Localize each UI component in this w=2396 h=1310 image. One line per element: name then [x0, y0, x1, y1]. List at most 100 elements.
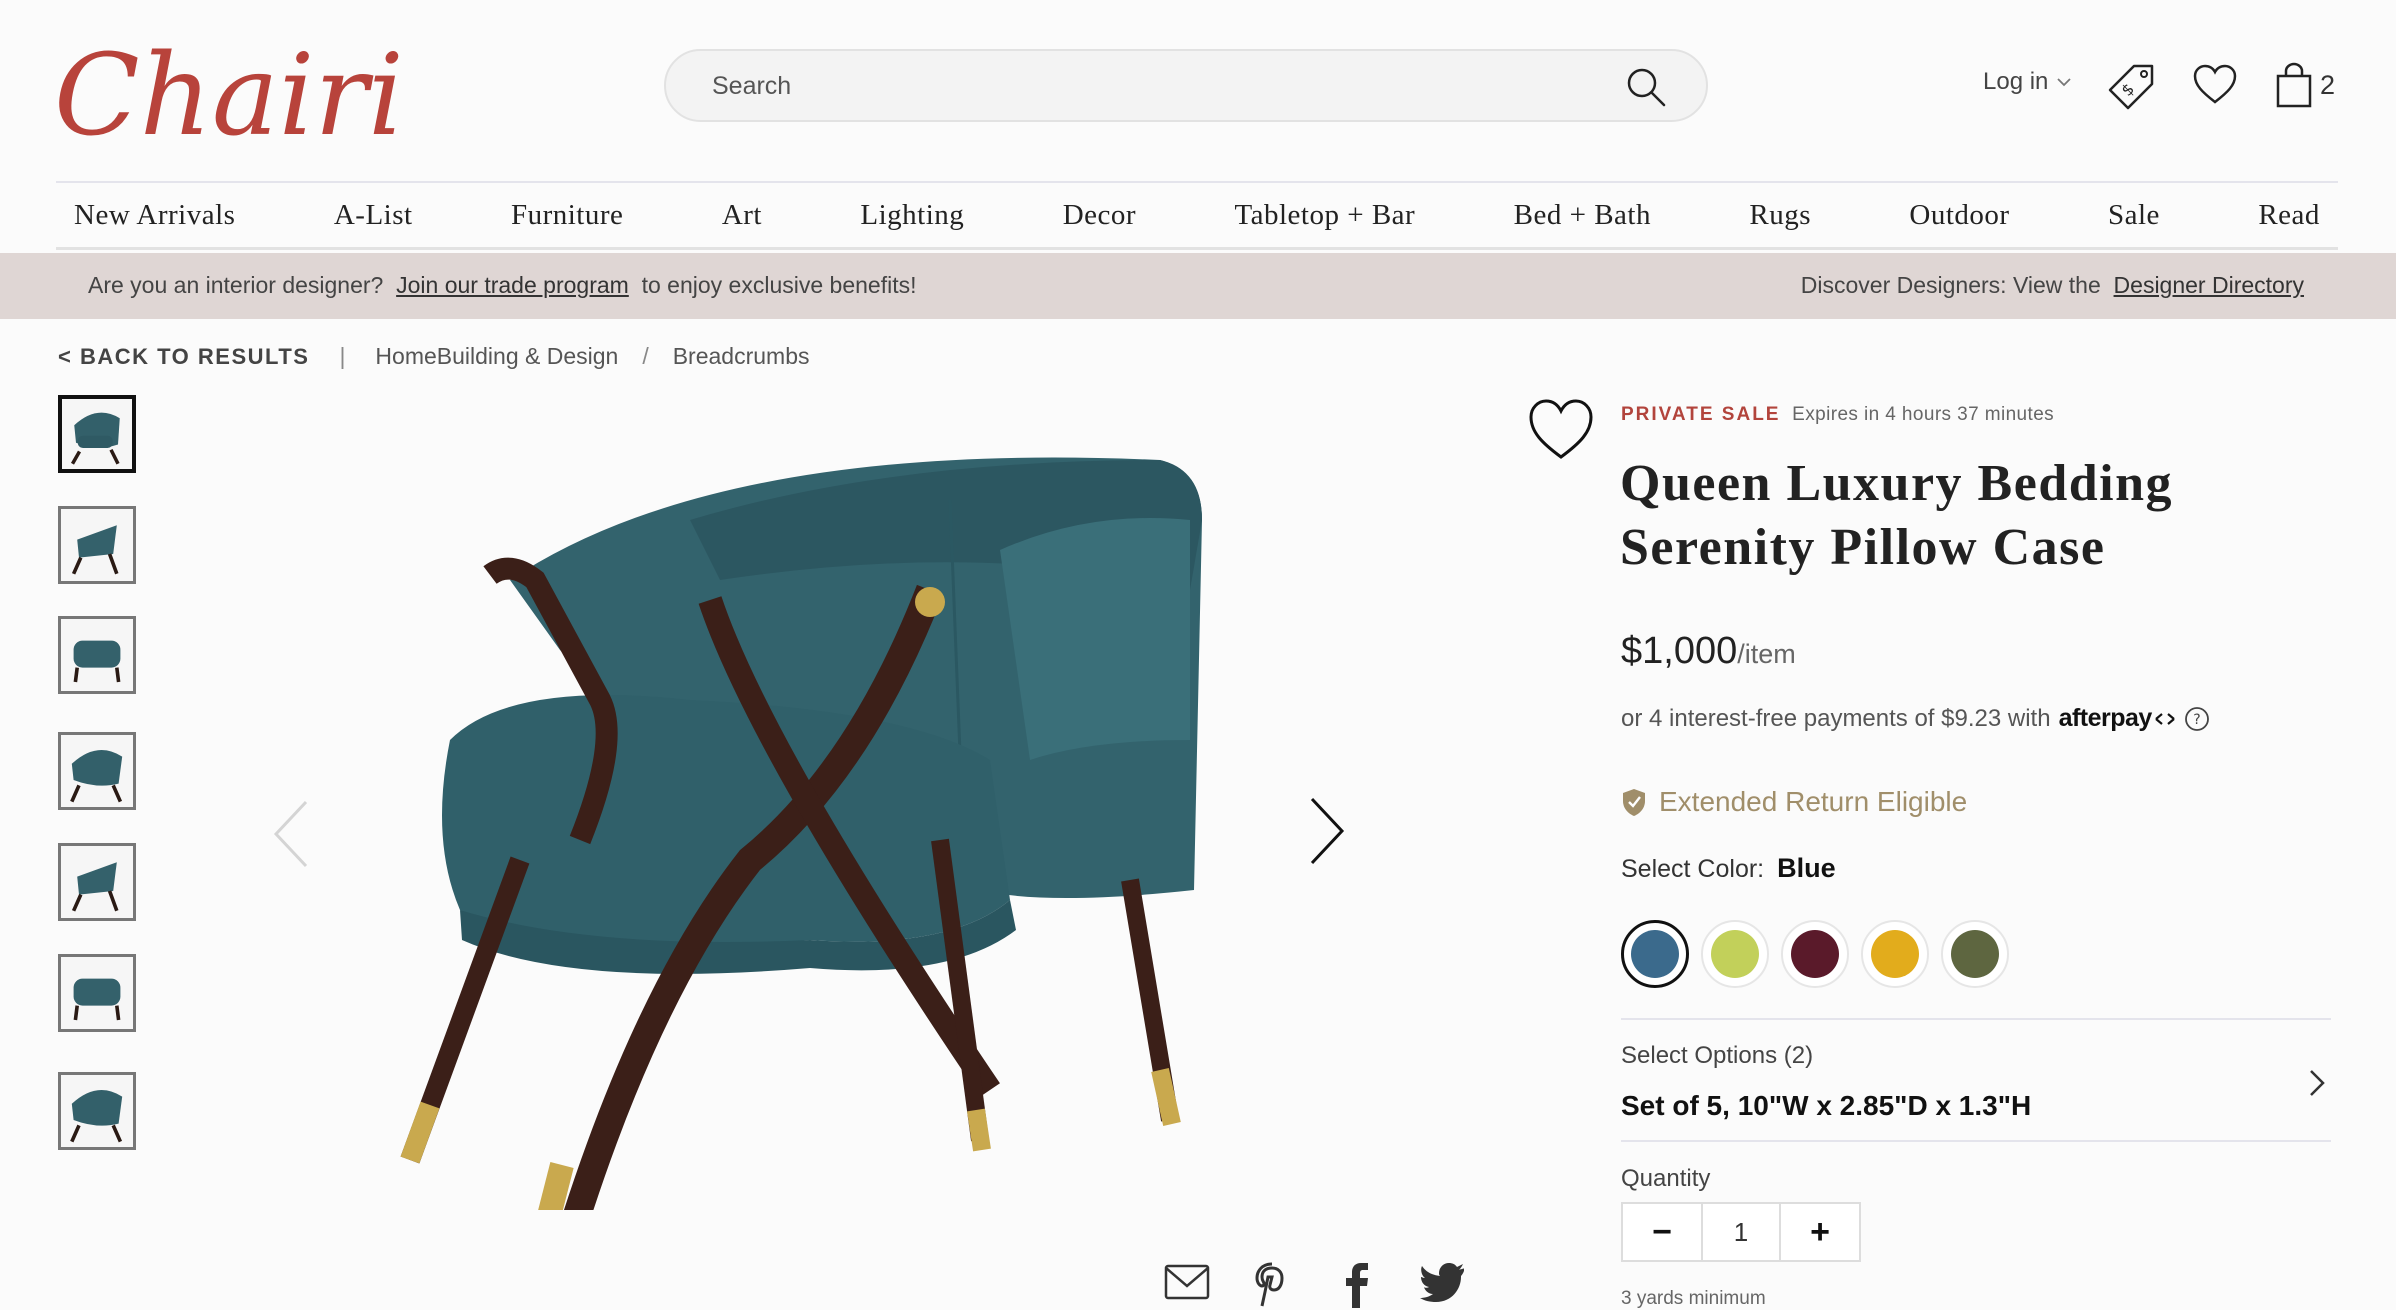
color-swatch-olive[interactable] [1941, 920, 2009, 988]
twitter-share-icon[interactable] [1420, 1262, 1464, 1302]
designer-prefix: Discover Designers: View the [1800, 272, 2101, 298]
color-swatch-burgundy[interactable] [1781, 920, 1849, 988]
quantity-stepper: − 1 + [1621, 1202, 1861, 1262]
add-to-favorites-heart-icon[interactable] [1528, 397, 1594, 463]
thumbnail-1[interactable] [58, 395, 136, 473]
shield-check-icon [1623, 789, 1645, 816]
nav-art[interactable]: Art [722, 199, 762, 232]
breadcrumb-separator: | [339, 343, 346, 369]
product-price: $1,000/item [1621, 630, 1796, 673]
quantity-value[interactable]: 1 [1701, 1204, 1781, 1260]
afterpay-logo: afterpay [2058, 704, 2153, 732]
facebook-share-icon[interactable] [1344, 1262, 1370, 1308]
nav-tabletop-bar[interactable]: Tabletop + Bar [1234, 199, 1415, 232]
nav-lighting[interactable]: Lighting [860, 199, 964, 232]
nav-read[interactable]: Read [2258, 199, 2320, 232]
back-to-results-link[interactable]: < BACK TO RESULTS [58, 344, 309, 370]
nav-sale[interactable]: Sale [2108, 199, 2160, 232]
chair-thumbnail-image [73, 978, 121, 1021]
svg-text:$: $ [2117, 79, 2138, 100]
breadcrumb-slash: / [642, 343, 649, 369]
breadcrumb: < BACK TO RESULTS | HomeBuilding & Desig… [58, 343, 810, 370]
trade-banner: Are you an interior designer? Join our t… [0, 253, 2396, 319]
selected-option-value: Set of 5, 10"W x 2.85"D x 1.3"H [1621, 1090, 2032, 1121]
logo-text: Chairish [54, 31, 399, 152]
thumbnail-6[interactable] [58, 954, 136, 1032]
swatch-dot [1951, 930, 1999, 978]
info-icon[interactable]: ? [2184, 706, 2210, 732]
swatch-dot [1631, 930, 1679, 978]
trade-program-link[interactable]: Join our trade program [396, 272, 629, 298]
afterpay-info: or 4 interest-free payments of $9.23 wit… [1621, 704, 2210, 733]
nav-rugs[interactable]: Rugs [1749, 199, 1811, 232]
nav-outdoor[interactable]: Outdoor [1909, 199, 2009, 232]
afterpay-arrows-icon [2155, 712, 2175, 725]
nav-a-list[interactable]: A-List [334, 199, 413, 232]
swatch-dot [1791, 930, 1839, 978]
chevron-right-icon [2310, 1070, 2325, 1096]
email-share-icon[interactable] [1164, 1262, 1210, 1302]
next-image-arrow[interactable] [1306, 795, 1348, 867]
thumbnail-7[interactable] [58, 1072, 136, 1150]
favorites-heart-icon[interactable] [2192, 62, 2238, 108]
price-value: $1,000 [1621, 630, 1738, 672]
svg-text:?: ? [2193, 712, 2200, 728]
main-product-image[interactable] [390, 440, 1270, 1210]
minimum-order-note: 3 yards minimum [1621, 1288, 1766, 1309]
designer-directory-link[interactable]: Designer Directory [2114, 272, 2304, 298]
select-color-text: Select Color: [1621, 855, 1765, 883]
select-options-label: Select Options (2) [1621, 1042, 1814, 1069]
main-nav: New Arrivals A-List Furniture Art Lighti… [56, 181, 2338, 250]
shopping-bag-icon[interactable] [2274, 62, 2314, 108]
selected-color-value: Blue [1777, 853, 1836, 883]
nav-new-arrivals[interactable]: New Arrivals [74, 199, 235, 232]
chair-thumbnail-image [73, 640, 121, 683]
trade-suffix: to enjoy exclusive benefits! [641, 272, 917, 298]
select-color-label: Select Color: Blue [1621, 853, 1836, 884]
expires-text: Expires in 4 hours 37 minutes [1792, 404, 2055, 425]
chevron-down-icon [2057, 78, 2072, 87]
trade-prefix: Are you an interior designer? [88, 272, 384, 298]
price-unit: /item [1737, 639, 1796, 669]
chair-thumbnail-image [70, 412, 120, 465]
login-menu[interactable]: Log in [1983, 68, 2072, 96]
nav-bed-bath[interactable]: Bed + Bath [1514, 199, 1651, 232]
increase-quantity-button[interactable]: + [1781, 1204, 1859, 1260]
select-options-row[interactable]: Select Options (2) Set of 5, 10"W x 2.85… [1621, 1018, 2331, 1142]
color-swatches [1621, 920, 2009, 988]
extended-return-label: Extended Return Eligible [1659, 786, 1968, 817]
search-icon[interactable] [1624, 65, 1668, 109]
search-input[interactable] [712, 69, 1612, 103]
swatch-dot [1871, 930, 1919, 978]
afterpay-text: or 4 interest-free payments of $9.23 wit… [1621, 704, 2051, 732]
nav-decor[interactable]: Decor [1063, 199, 1136, 232]
pinterest-share-icon[interactable] [1254, 1262, 1290, 1308]
breadcrumb-item[interactable]: Breadcrumbs [673, 343, 810, 370]
nav-furniture[interactable]: Furniture [511, 199, 623, 232]
color-swatch-lime[interactable] [1701, 920, 1769, 988]
color-swatch-blue[interactable] [1621, 920, 1689, 988]
thumbnail-5[interactable] [58, 843, 136, 921]
color-swatch-mustard[interactable] [1861, 920, 1929, 988]
thumbnail-3[interactable] [58, 616, 136, 694]
designer-directory-message: Discover Designers: View the Designer Di… [1801, 272, 2304, 299]
private-sale-badge: PRIVATE SALE [1621, 404, 1781, 425]
trade-program-message: Are you an interior designer? Join our t… [88, 272, 916, 299]
breadcrumb-item[interactable]: HomeBuilding & Design [375, 343, 618, 370]
thumbnail-2[interactable] [58, 506, 136, 584]
cart-count: 2 [2320, 70, 2336, 100]
private-sale-notice: PRIVATE SALE Expires in 4 hours 37 minut… [1621, 404, 2054, 426]
chair-thumbnail-image [71, 525, 119, 575]
swatch-dot [1711, 930, 1759, 978]
previous-image-arrow[interactable] [270, 798, 312, 870]
chair-thumbnail-image [70, 1089, 123, 1143]
search-bar[interactable] [664, 49, 1708, 122]
decrease-quantity-button[interactable]: − [1623, 1204, 1701, 1260]
price-tag-icon[interactable]: $ [2108, 62, 2156, 110]
login-label: Log in [1983, 68, 2049, 95]
chair-thumbnail-image [71, 862, 119, 912]
thumbnail-4[interactable] [58, 732, 136, 810]
quantity-label: Quantity [1621, 1165, 1711, 1192]
chairish-logo[interactable]: Chairish [54, 22, 399, 152]
extended-return-badge: Extended Return Eligible [1621, 786, 1967, 818]
